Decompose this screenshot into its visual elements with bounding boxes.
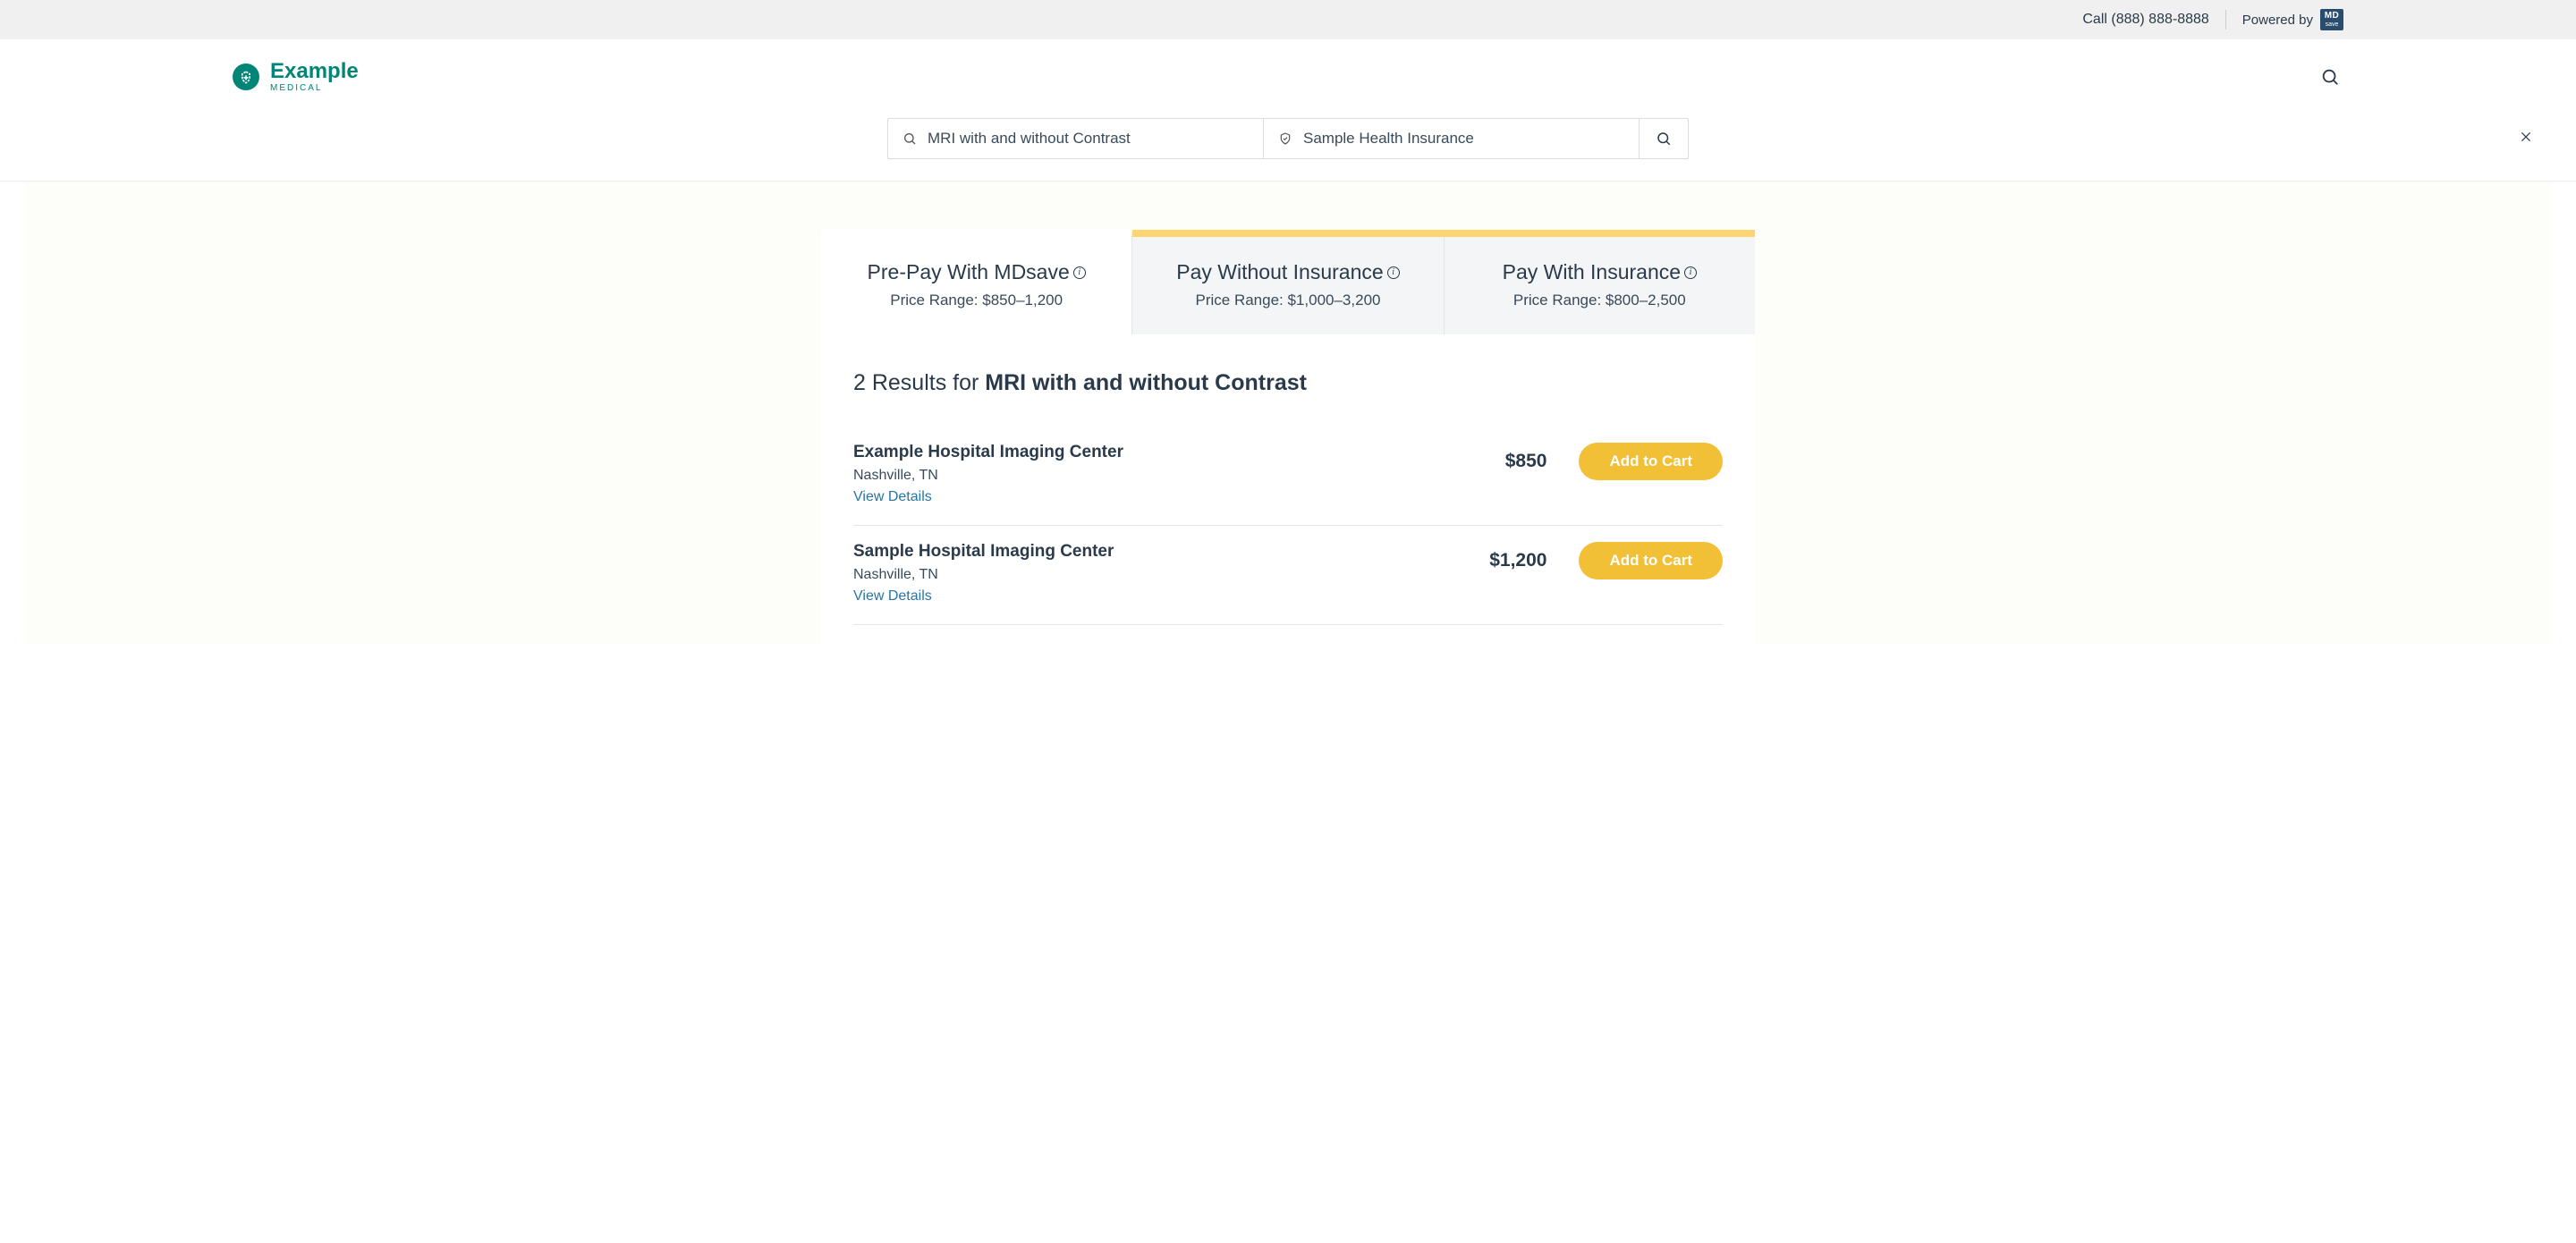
result-location: Nashville, TN: [853, 468, 1123, 484]
divider: [2225, 10, 2226, 30]
logo-name: Example: [270, 61, 359, 82]
search-group: [887, 118, 1689, 159]
result-name: Sample Hospital Imaging Center: [853, 542, 1114, 562]
result-row: Example Hospital Imaging Center Nashvill…: [853, 427, 1723, 526]
result-name: Example Hospital Imaging Center: [853, 443, 1123, 462]
results-card: Pre-Pay With MDsave i Price Range: $850–…: [821, 230, 1755, 643]
header-search-button[interactable]: [2317, 63, 2343, 90]
results-body: 2 Results for MRI with and without Contr…: [821, 334, 1755, 643]
results-count-prefix: 2 Results for: [853, 370, 985, 395]
tab-title-text: Pay With Insurance: [1503, 260, 1681, 284]
tab-without-insurance[interactable]: Pay Without Insurance i Price Range: $1,…: [1132, 237, 1444, 334]
mdsave-bottom: save: [2324, 21, 2340, 28]
content-area: Pre-Pay With MDsave i Price Range: $850–…: [25, 182, 2551, 643]
call-phone-text: Call (888) 888-8888: [2082, 12, 2208, 28]
tab-title-text: Pay Without Insurance: [1176, 260, 1383, 284]
tab-price-range: Price Range: $800–2,500: [1462, 292, 1737, 309]
view-details-link[interactable]: View Details: [853, 489, 932, 505]
result-right: $850 Add to Cart: [1505, 443, 1723, 480]
logo-subtitle: MEDICAL: [270, 84, 359, 93]
result-price: $850: [1505, 451, 1547, 472]
tab-title: Pay With Insurance i: [1462, 260, 1737, 284]
tab-prepay-mdsave[interactable]: Pre-Pay With MDsave i Price Range: $850–…: [821, 230, 1132, 334]
search-submit-button[interactable]: [1640, 119, 1688, 158]
tab-price-range: Price Range: $850–1,200: [839, 292, 1114, 309]
pricing-tabs: Pre-Pay With MDsave i Price Range: $850–…: [821, 230, 1755, 334]
close-search-button[interactable]: [2512, 123, 2540, 151]
result-price: $1,200: [1489, 550, 1546, 571]
tab-title: Pre-Pay With MDsave i: [839, 260, 1114, 284]
search-icon: [902, 131, 917, 146]
search-row: [0, 93, 2576, 181]
logo-mark-icon: [233, 63, 259, 90]
mdsave-logo-badge: MD save: [2320, 9, 2343, 30]
results-query: MRI with and without Contrast: [985, 370, 1307, 395]
info-icon[interactable]: i: [1684, 266, 1697, 279]
add-to-cart-button[interactable]: Add to Cart: [1579, 542, 1723, 579]
result-location: Nashville, TN: [853, 567, 1114, 583]
insurance-input[interactable]: [1303, 130, 1624, 148]
view-details-link[interactable]: View Details: [853, 588, 932, 605]
shield-icon: [1278, 131, 1292, 146]
procedure-search-field[interactable]: [888, 119, 1264, 158]
logo-text: Example MEDICAL: [270, 61, 359, 93]
procedure-input[interactable]: [928, 130, 1249, 148]
powered-by-label: Powered by: [2242, 13, 2313, 28]
powered-by: Powered by MD save: [2242, 9, 2343, 30]
result-right: $1,200 Add to Cart: [1489, 542, 1723, 579]
insurance-search-field[interactable]: [1264, 119, 1640, 158]
results-heading: 2 Results for MRI with and without Contr…: [853, 370, 1723, 396]
result-info: Example Hospital Imaging Center Nashvill…: [853, 443, 1123, 505]
tab-price-range: Price Range: $1,000–3,200: [1150, 292, 1425, 309]
header: Example MEDICAL: [0, 39, 2576, 93]
result-row: Sample Hospital Imaging Center Nashville…: [853, 526, 1723, 625]
info-icon[interactable]: i: [1387, 266, 1400, 279]
info-icon[interactable]: i: [1073, 266, 1086, 279]
tab-title: Pay Without Insurance i: [1150, 260, 1425, 284]
tab-title-text: Pre-Pay With MDsave: [868, 260, 1070, 284]
mdsave-top: MD: [2325, 11, 2340, 21]
result-info: Sample Hospital Imaging Center Nashville…: [853, 542, 1114, 605]
tab-with-insurance[interactable]: Pay With Insurance i Price Range: $800–2…: [1445, 237, 1755, 334]
logo[interactable]: Example MEDICAL: [233, 61, 359, 93]
page-shadow: Pre-Pay With MDsave i Price Range: $850–…: [0, 181, 2576, 643]
top-bar: Call (888) 888-8888 Powered by MD save: [0, 0, 2576, 39]
add-to-cart-button[interactable]: Add to Cart: [1579, 443, 1723, 480]
